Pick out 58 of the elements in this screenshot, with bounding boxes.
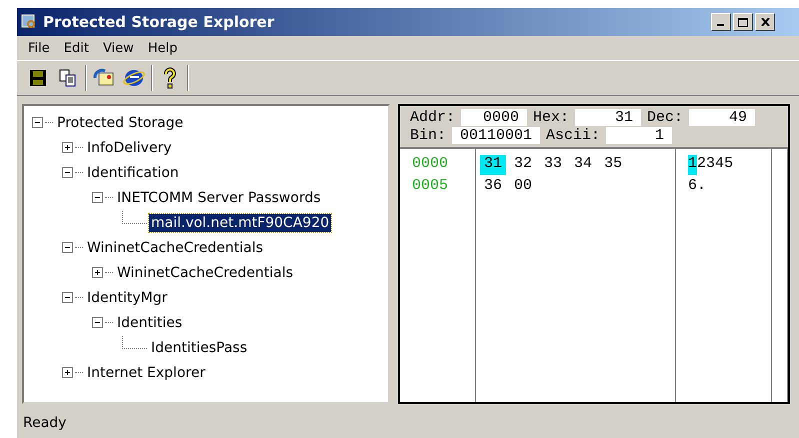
app-icon [21, 14, 37, 30]
field-label: Hex: [533, 109, 570, 126]
collapse-icon[interactable] [62, 292, 73, 303]
ascii-char[interactable]: 5 [724, 155, 734, 175]
ascii-char[interactable]: 4 [715, 155, 724, 175]
expand-icon[interactable] [62, 367, 73, 378]
tree-item[interactable]: WininetCacheCredentials [115, 264, 296, 282]
hex-byte[interactable]: 00 [510, 177, 536, 197]
ascii-char[interactable]: 3 [706, 155, 716, 175]
collapse-icon[interactable] [62, 242, 73, 253]
tree-item[interactable]: Identification [85, 164, 181, 182]
address-text: 0000 [411, 155, 450, 174]
close-button[interactable] [755, 13, 775, 31]
value-field: 1 [606, 127, 672, 144]
hex-byte[interactable]: 34 [570, 155, 596, 175]
minimize-button[interactable] [711, 13, 731, 31]
ascii-char[interactable]: 6 [688, 177, 698, 197]
value-field: 00110001 [452, 127, 540, 144]
tree-item[interactable]: WininetCacheCredentials [85, 238, 266, 256]
hex-byte[interactable]: 32 [510, 155, 536, 175]
tree-item[interactable]: Internet Explorer [85, 364, 208, 382]
ascii-char[interactable]: 1 [688, 155, 698, 175]
field-label: Bin: [410, 127, 446, 144]
collapse-icon[interactable] [92, 192, 103, 203]
menu-item[interactable]: Help [140, 40, 184, 56]
maximize-icon [738, 18, 748, 26]
collapse-icon[interactable] [32, 117, 43, 128]
ascii-char[interactable]: . [697, 177, 706, 197]
menu-item[interactable]: Edit [56, 40, 96, 56]
ascii-char[interactable]: 2 [697, 155, 706, 175]
maximize-button[interactable] [733, 13, 753, 31]
collapse-icon[interactable] [92, 317, 103, 328]
tree-item[interactable]: Protected Storage [55, 114, 186, 132]
field-label: Dec: [647, 109, 684, 126]
close-icon [760, 18, 770, 26]
hex-byte[interactable]: 35 [600, 155, 626, 175]
status-text: Ready [23, 415, 66, 431]
expand-icon[interactable] [62, 142, 73, 153]
field-label: Addr: [410, 109, 456, 126]
menu-item[interactable]: View [96, 40, 141, 56]
hex-byte[interactable]: 33 [540, 155, 566, 175]
menu-item[interactable]: File [21, 40, 57, 56]
window-title: Protected Storage Explorer [43, 13, 276, 31]
value-field: 31 [575, 109, 642, 126]
hex-byte[interactable]: 31 [480, 155, 506, 175]
tree-item[interactable]: IdentityMgr [85, 288, 170, 306]
expand-icon[interactable] [92, 267, 103, 278]
tree-item[interactable]: INETCOMM Server Passwords [115, 188, 323, 206]
value-field: 0000 [461, 109, 528, 126]
tree-item[interactable]: IdentitiesPass [149, 338, 250, 356]
tree-item[interactable]: InfoDelivery [85, 138, 174, 156]
collapse-icon[interactable] [62, 167, 73, 178]
address-text: 0005 [411, 177, 450, 196]
tree-item[interactable]: Identities [115, 314, 184, 332]
tree-item[interactable]: mail.vol.net.mtF90CA920 [149, 214, 332, 232]
value-field: 49 [689, 109, 756, 126]
hex-byte[interactable]: 36 [480, 177, 506, 197]
field-label: Ascii: [546, 127, 600, 144]
